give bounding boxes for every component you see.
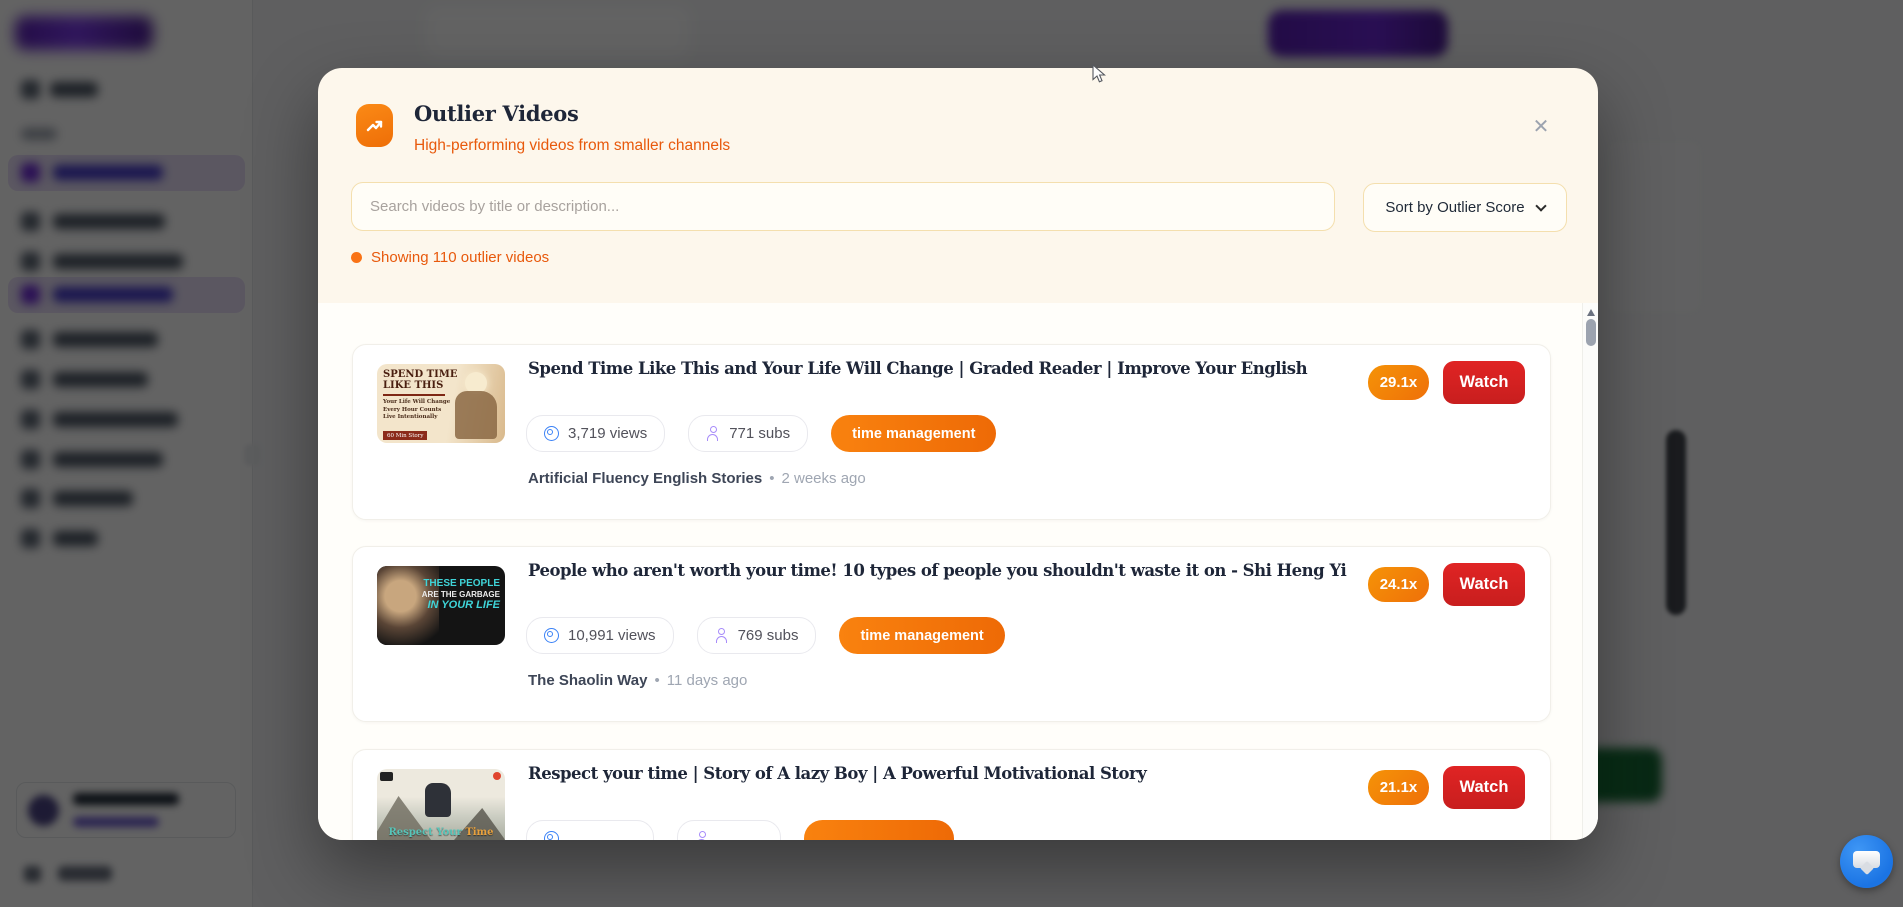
video-stats-row: 10,991 views 769 subs time management [526,617,1005,654]
close-icon[interactable]: ✕ [1524,110,1558,144]
status-dot-icon [351,252,362,263]
scrollbar-up-arrow-icon[interactable] [1587,309,1595,316]
chevron-down-icon [1535,200,1546,211]
views-pill [526,820,654,840]
video-card[interactable]: Respect Your TimeA Powerful Motivational… [352,749,1551,840]
outlier-score-badge: 29.1x [1368,365,1429,400]
channel-row: The Shaolin Way • 11 days ago [528,672,747,689]
scrollbar[interactable] [1582,303,1598,840]
video-age: 11 days ago [667,672,748,689]
subscribers-icon [706,426,720,442]
views-icon [544,426,559,441]
subscribers-icon [715,628,729,644]
subs-pill [677,820,781,840]
subs-pill: 769 subs [697,617,817,654]
video-card[interactable]: SPEND TIMELIKE THISYour Life Will Change… [352,344,1551,520]
video-thumbnail[interactable]: SPEND TIMELIKE THISYour Life Will Change… [377,364,505,443]
channel-name: The Shaolin Way [528,672,647,689]
outlier-score-badge: 21.1x [1368,770,1429,805]
video-age: 2 weeks ago [782,470,866,487]
views-pill: 3,719 views [526,415,665,452]
views-pill: 10,991 views [526,617,674,654]
views-count: 10,991 views [568,627,656,644]
chat-widget-button[interactable] [1840,835,1893,888]
channel-row: Artificial Fluency English Stories • 2 w… [528,470,866,487]
topic-tag: time management [831,415,996,452]
watch-button[interactable]: Watch [1443,563,1525,606]
chat-bubble-icon [1853,851,1880,868]
video-card[interactable]: THESE PEOPLEARE THE GARBAGEIN YOUR LIFE … [352,546,1551,722]
trending-up-icon [356,104,393,147]
mouse-cursor [1092,64,1110,89]
video-thumbnail[interactable]: THESE PEOPLEARE THE GARBAGEIN YOUR LIFE [377,566,505,645]
video-list: SPEND TIMELIKE THISYour Life Will Change… [318,303,1598,840]
video-title: Spend Time Like This and Your Life Will … [528,359,1307,378]
subs-pill: 771 subs [688,415,808,452]
scrollbar-thumb[interactable] [1586,319,1596,346]
topic-tag: time management [839,617,1004,654]
modal-subtitle: High-performing videos from smaller chan… [414,137,730,155]
results-status-text: Showing 110 outlier videos [371,249,549,266]
results-status-row: Showing 110 outlier videos [351,249,549,266]
video-thumbnail[interactable]: Respect Your TimeA Powerful Motivational… [377,769,505,840]
modal-title: Outlier Videos [414,101,579,126]
sort-dropdown[interactable]: Sort by Outlier Score [1363,183,1567,232]
views-icon [544,831,559,840]
bullet-separator: • [654,672,659,689]
video-title: Respect your time | Story of A lazy Boy … [528,764,1146,783]
video-stats-row [526,820,954,840]
views-icon [544,628,559,643]
bullet-separator: • [769,470,774,487]
outlier-score-badge: 24.1x [1368,567,1429,602]
topic-tag [804,820,954,840]
subs-count: 771 subs [729,425,790,442]
video-title: People who aren't worth your time! 10 ty… [528,561,1346,580]
watch-button[interactable]: Watch [1443,766,1525,809]
channel-name: Artificial Fluency English Stories [528,470,762,487]
sort-dropdown-value: Sort by Outlier Score [1385,199,1524,216]
search-input[interactable] [351,182,1335,231]
watch-button[interactable]: Watch [1443,361,1525,404]
views-count: 3,719 views [568,425,647,442]
outlier-videos-modal: Outlier Videos High-performing videos fr… [318,68,1598,840]
subscribers-icon [695,831,709,841]
subs-count: 769 subs [738,627,799,644]
video-stats-row: 3,719 views 771 subs time management [526,415,996,452]
